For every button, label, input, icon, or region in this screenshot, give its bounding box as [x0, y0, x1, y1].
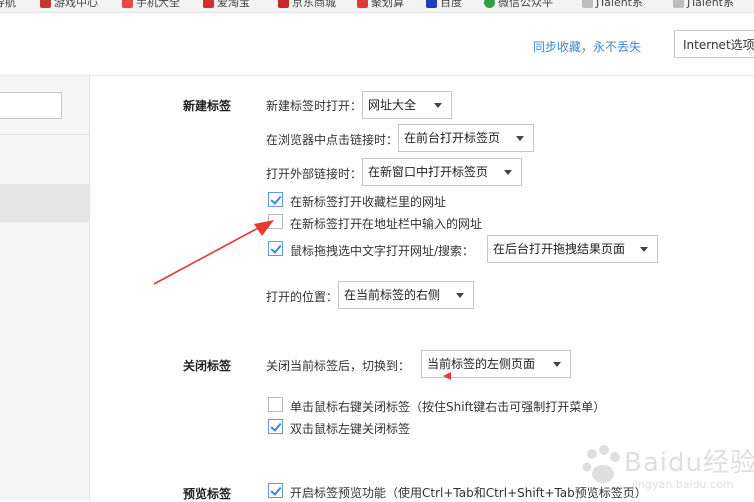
page-icon	[582, 0, 593, 8]
annotation-arrow-head	[254, 220, 274, 236]
page-icon	[673, 0, 684, 8]
open-position-value: 在当前标签的右侧	[344, 288, 441, 302]
close-switch-label: 关闭当前标签后，切换到：	[266, 359, 411, 373]
section-title-new-tab: 新建标签	[183, 99, 232, 113]
section-title-close-tab: 关闭标签	[183, 359, 232, 373]
external-link-label: 打开外部链接时：	[266, 167, 363, 181]
jd-icon	[278, 0, 289, 8]
bookmarks-bar: 导航 游戏中心 手机大全 爱淘宝 京东商城 聚划算 百度 微信公众平 JTale…	[0, 0, 754, 13]
annotation-marker	[443, 372, 451, 380]
bookmark-item[interactable]: 爱淘宝	[203, 0, 250, 10]
internet-options-button[interactable]: Internet选项	[674, 30, 754, 58]
bookmark-item[interactable]: 京东商城	[278, 0, 336, 10]
juhuasuan-icon	[357, 0, 368, 8]
wechat-icon	[484, 0, 495, 8]
double-click-close-label: 双击鼠标左键关闭标签	[290, 422, 411, 436]
game-icon	[40, 0, 51, 8]
right-click-close-checkbox[interactable]	[268, 397, 283, 412]
double-click-close-checkbox[interactable]	[268, 419, 283, 434]
address-new-tab-label: 在新标签打开在地址栏中输入的网址	[290, 217, 483, 231]
open-position-label: 打开的位置：	[266, 290, 339, 304]
section-title-preview-tab: 预览标签	[183, 487, 232, 501]
bookmark-item[interactable]: 游戏中心	[40, 0, 98, 10]
settings-sidebar	[0, 76, 90, 500]
bookmark-item[interactable]: 微信公众平	[484, 0, 553, 10]
chevron-down-icon	[640, 247, 648, 252]
click-link-label: 在浏览器中点击链接时：	[266, 133, 399, 147]
phone-icon	[122, 0, 133, 8]
new-tab-open-value: 网址大全	[368, 98, 417, 112]
bookmark-item[interactable]: 百度	[426, 0, 462, 10]
bookmark-item[interactable]: JTalent系	[582, 0, 643, 10]
watermark-text: Baidu经验	[624, 448, 754, 478]
annotation-arrow	[153, 220, 274, 285]
watermark-url: jingyan.baidu.com	[632, 478, 734, 491]
drag-open-value: 在后台打开拖拽结果页面	[493, 242, 626, 256]
chevron-down-icon	[553, 362, 561, 367]
favorites-new-tab-label: 在新标签打开收藏栏里的网址	[290, 195, 447, 209]
chevron-down-icon	[434, 103, 442, 108]
tab-preview-checkbox[interactable]	[268, 483, 283, 498]
new-tab-open-label: 新建标签时打开：	[266, 99, 363, 113]
paw-logo-icon	[582, 445, 620, 483]
close-switch-value: 当前标签的左侧页面	[427, 357, 536, 371]
baidu-watermark: Baidu经验 jingyan.baidu.com	[578, 440, 754, 496]
right-click-close-label: 单击鼠标右键关闭标签（按住Shift键右击可强制打开菜单）	[290, 400, 606, 414]
sidebar-divider	[0, 134, 89, 135]
drag-open-label: 鼠标拖拽选中文字打开网址/搜索：	[290, 244, 475, 258]
settings-search-input[interactable]	[0, 92, 62, 119]
bookmark-item[interactable]: 导航	[0, 0, 16, 10]
annotation-arrow-line	[153, 226, 261, 285]
favorites-new-tab-checkbox[interactable]	[268, 192, 283, 207]
settings-header: 同步收藏，永不丢失 Internet选项	[0, 13, 754, 76]
drag-open-select[interactable]: 在后台打开拖拽结果页面	[487, 235, 658, 263]
open-position-select[interactable]: 在当前标签的右侧	[338, 281, 474, 309]
chevron-down-icon	[516, 136, 524, 141]
chevron-down-icon	[504, 170, 512, 175]
bookmark-item[interactable]: 聚划算	[357, 0, 404, 10]
external-link-value: 在新窗口中打开标签页	[368, 165, 489, 179]
baidu-icon	[426, 0, 437, 8]
external-link-select[interactable]: 在新窗口中打开标签页	[362, 158, 522, 186]
bookmark-item[interactable]: JTalent系	[673, 0, 734, 10]
sidebar-item-active[interactable]	[0, 184, 89, 222]
click-link-value: 在前台打开标签页	[404, 131, 501, 145]
chevron-down-icon	[456, 293, 464, 298]
taobao-icon	[203, 0, 214, 8]
click-link-select[interactable]: 在前台打开标签页	[398, 124, 534, 152]
bookmark-item[interactable]: 手机大全	[122, 0, 180, 10]
new-tab-open-select[interactable]: 网址大全	[362, 91, 452, 119]
sync-link[interactable]: 同步收藏，永不丢失	[533, 38, 641, 55]
